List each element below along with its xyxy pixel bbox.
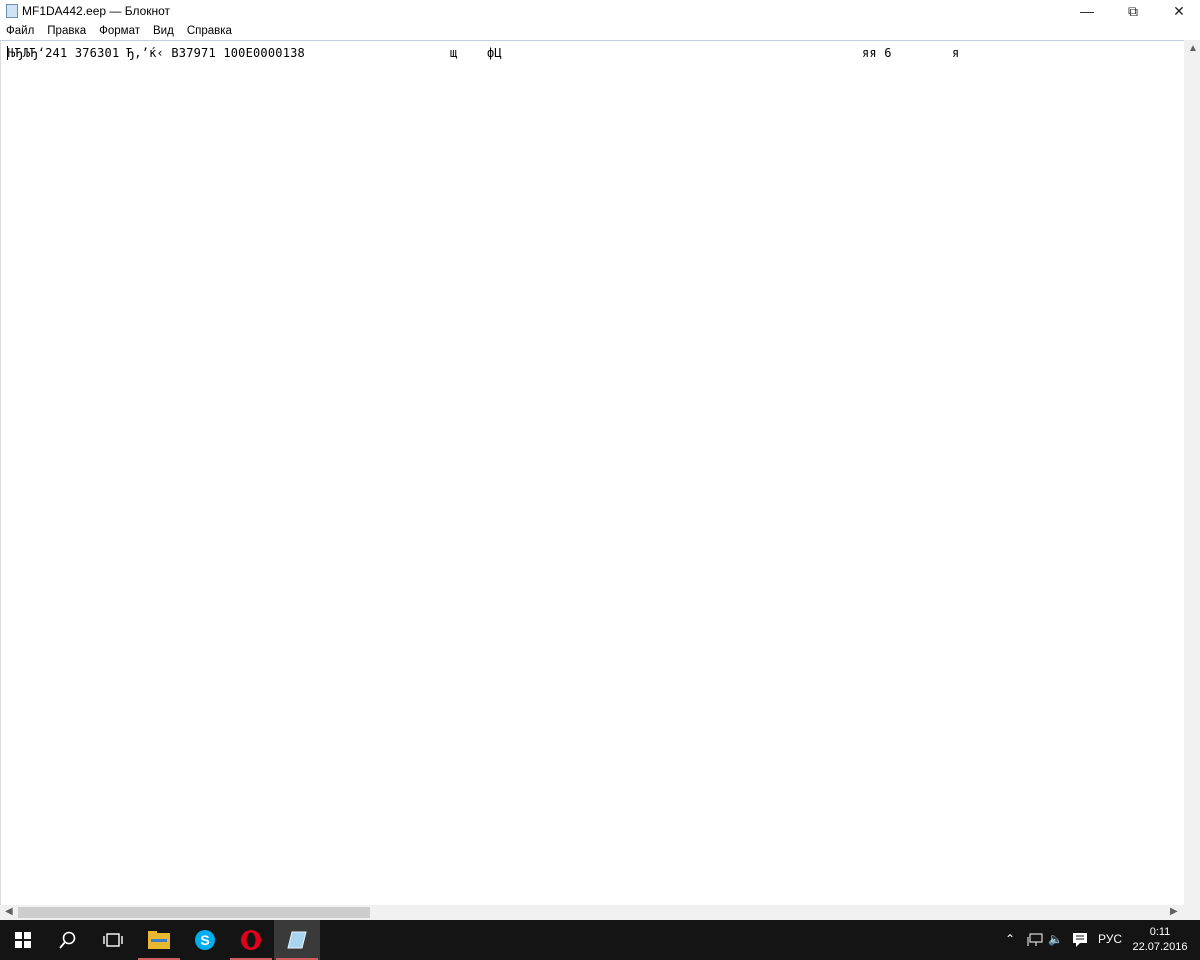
- notepad-icon: [287, 931, 307, 949]
- language-indicator[interactable]: РУС: [1098, 932, 1122, 946]
- taskbar-skype[interactable]: S: [182, 920, 228, 960]
- search-button[interactable]: [45, 920, 91, 960]
- text-segment: я: [952, 46, 960, 60]
- svg-text:S: S: [200, 932, 209, 948]
- clock-time: 0:11: [1149, 926, 1171, 938]
- horizontal-scrollbar[interactable]: ◀ ▶: [0, 905, 1184, 920]
- menu-file[interactable]: Файл: [6, 22, 40, 40]
- minimize-button[interactable]: —: [1064, 0, 1110, 22]
- task-view-button[interactable]: [90, 920, 136, 960]
- menu-help[interactable]: Справка: [187, 22, 238, 40]
- folder-icon: [148, 931, 170, 949]
- text-segment: яя 6: [862, 46, 892, 60]
- title-bar: MF1DA442.eep — Блокнот — ⧉ ✕: [0, 0, 1200, 22]
- volume-icon[interactable]: 🔈: [1048, 932, 1063, 946]
- scroll-corner: [1184, 905, 1200, 920]
- text-editor[interactable]: ЊЂЉЂ‘241 376301 Ђ,’ќ‹ B37971 100E0000138…: [0, 40, 1184, 905]
- opera-icon: [241, 930, 261, 950]
- scroll-right-icon[interactable]: ▶: [1170, 906, 1178, 917]
- menu-view[interactable]: Вид: [153, 22, 180, 40]
- show-hidden-icons[interactable]: ⌃: [1005, 932, 1015, 946]
- menu-bar: Файл Правка Формат Вид Справка: [0, 22, 1200, 40]
- notepad-icon: [6, 4, 18, 18]
- scroll-left-icon[interactable]: ◀: [5, 906, 13, 917]
- scroll-up-icon[interactable]: ▲: [1188, 43, 1198, 54]
- taskbar-file-explorer[interactable]: [136, 920, 182, 960]
- vertical-scrollbar[interactable]: ▲: [1184, 40, 1200, 905]
- menu-edit[interactable]: Правка: [47, 22, 92, 40]
- network-icon[interactable]: [1027, 933, 1043, 947]
- window-title: MF1DA442.eep — Блокнот: [22, 4, 171, 18]
- search-icon: [59, 931, 76, 949]
- text-segment: ЊЂЉЂ‘241 376301 Ђ,’ќ‹ B37971 100E0000138: [8, 46, 305, 60]
- menu-format[interactable]: Формат: [99, 22, 146, 40]
- notifications-icon[interactable]: [1072, 932, 1088, 948]
- clock[interactable]: 0:11 22.07.2016: [1128, 925, 1192, 955]
- taskbar: S ⌃ 🔈 РУС 0:11 22.07.2016: [0, 920, 1200, 960]
- task-view-icon: [103, 933, 123, 947]
- text-segment: щ: [450, 46, 458, 60]
- taskbar-notepad[interactable]: [274, 920, 320, 960]
- clock-date: 22.07.2016: [1132, 941, 1188, 953]
- horizontal-scroll-thumb[interactable]: [18, 907, 370, 918]
- restore-button[interactable]: ⧉: [1110, 0, 1156, 22]
- start-button[interactable]: [0, 920, 46, 960]
- taskbar-opera[interactable]: [228, 920, 274, 960]
- close-button[interactable]: ✕: [1156, 0, 1200, 22]
- text-segment: фЦ: [487, 46, 502, 60]
- skype-icon: S: [195, 930, 215, 950]
- windows-icon: [15, 932, 31, 948]
